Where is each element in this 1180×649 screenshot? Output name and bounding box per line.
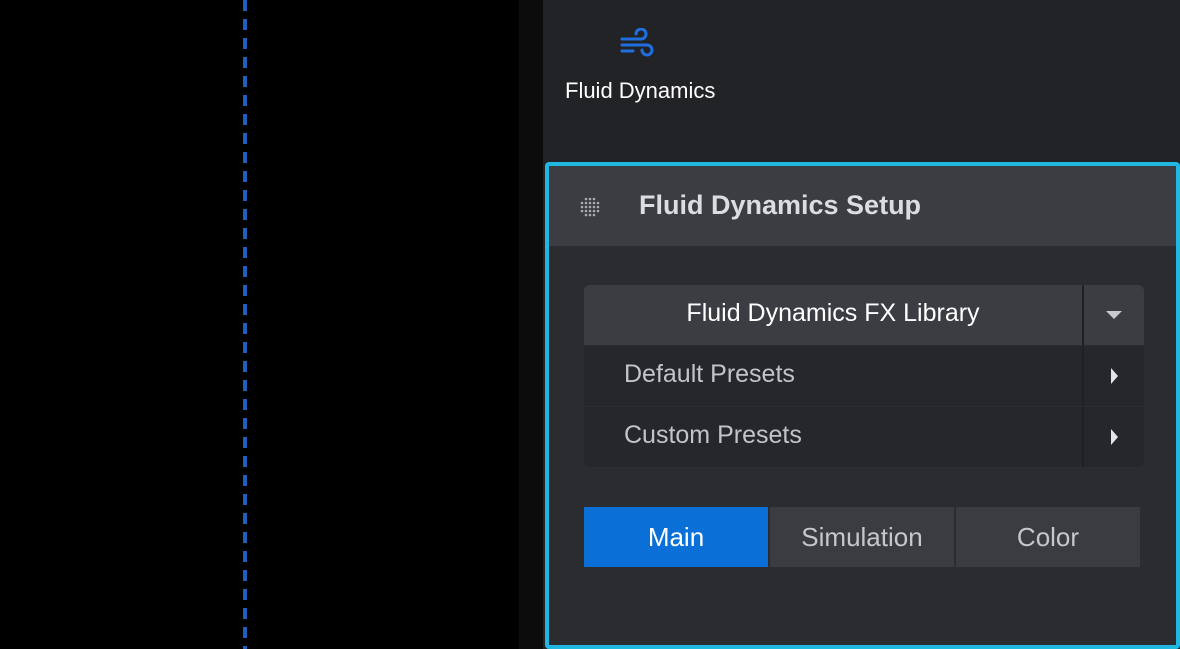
caret-right-icon — [1111, 429, 1118, 445]
expand-default-presets[interactable] — [1084, 346, 1144, 406]
dropdown-toggle[interactable] — [1084, 285, 1144, 345]
custom-presets-item[interactable]: Custom Presets — [584, 407, 1144, 467]
caret-down-icon — [1106, 311, 1122, 319]
setup-tabs: Main Simulation Color — [584, 507, 1140, 567]
fx-library-label: Fluid Dynamics FX Library — [686, 299, 980, 327]
wind-icon — [619, 27, 655, 58]
tab-color[interactable]: Color — [956, 507, 1140, 567]
default-presets-label: Default Presets — [624, 360, 795, 388]
default-presets-item[interactable]: Default Presets — [584, 346, 1144, 406]
fluid-dynamics-setup-panel: Fluid Dynamics Setup Fluid Dynamics FX L… — [545, 162, 1180, 649]
panel-divider — [519, 0, 543, 649]
tab-main[interactable]: Main — [584, 507, 768, 567]
tab-simulation[interactable]: Simulation — [770, 507, 954, 567]
dashed-guide-line — [243, 0, 247, 649]
setup-panel-title: Fluid Dynamics Setup — [639, 190, 922, 220]
canvas-viewport[interactable] — [0, 0, 519, 649]
setup-panel-header: Fluid Dynamics Setup — [549, 166, 1176, 246]
caret-right-icon — [1111, 368, 1118, 384]
drag-handle-icon[interactable] — [577, 194, 603, 220]
custom-presets-label: Custom Presets — [624, 421, 802, 449]
effect-tile-fluid-dynamics[interactable]: Fluid Dynamics — [555, 22, 735, 112]
fx-library-dropdown[interactable]: Fluid Dynamics FX Library — [584, 285, 1144, 345]
fx-library: Fluid Dynamics FX Library Default Preset… — [584, 285, 1144, 467]
expand-custom-presets[interactable] — [1084, 407, 1144, 467]
app-root: Fluid Dynamics Fluid Dynamics Setup Flui… — [0, 0, 1180, 649]
effect-tile-label: Fluid Dynamics — [565, 78, 716, 103]
